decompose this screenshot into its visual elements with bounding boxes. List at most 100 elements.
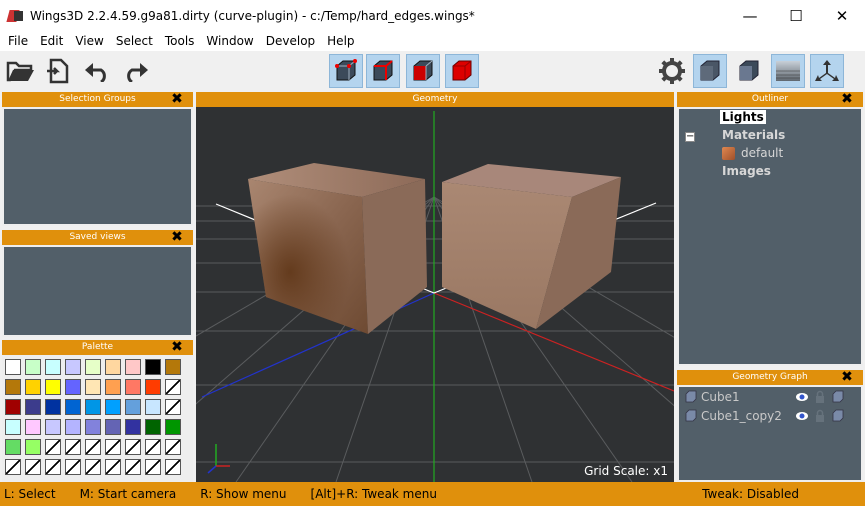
palette-empty-swatch[interactable] [45,459,61,475]
palette-swatch[interactable] [125,359,141,375]
outliner-lights[interactable]: Lights [720,110,766,124]
palette-swatch[interactable] [145,359,161,375]
palette-swatch[interactable] [105,419,121,435]
menu-file[interactable]: File [2,34,34,48]
settings-gear-icon[interactable] [655,54,689,88]
geometry-graph-close-icon[interactable]: ✖ [840,370,854,385]
outliner-close-icon[interactable]: ✖ [840,92,854,107]
palette-swatch[interactable] [105,399,121,415]
saved-views-header[interactable]: Saved views ✖ [2,230,193,245]
palette-empty-swatch[interactable] [5,459,21,475]
menu-view[interactable]: View [69,34,109,48]
minimize-button[interactable]: — [727,0,773,31]
materials-collapse-icon[interactable]: − [685,132,695,142]
palette-swatch[interactable] [45,419,61,435]
palette-swatch[interactable] [85,359,101,375]
palette-swatch[interactable] [45,359,61,375]
scene-canvas[interactable] [196,107,674,482]
palette-swatch[interactable] [5,419,21,435]
palette-empty-swatch[interactable] [165,439,181,455]
palette-empty-swatch[interactable] [145,439,161,455]
palette-swatch[interactable] [65,359,81,375]
palette-empty-swatch[interactable] [65,439,81,455]
palette-swatch[interactable] [105,359,121,375]
palette-swatch[interactable] [65,419,81,435]
palette-swatch[interactable] [85,379,101,395]
palette-swatch[interactable] [145,399,161,415]
palette-empty-swatch[interactable] [85,459,101,475]
palette-empty-swatch[interactable] [165,379,181,395]
palette-header[interactable]: Palette ✖ [2,340,193,355]
visibility-eye-icon[interactable] [795,391,809,403]
palette-swatch[interactable] [85,419,101,435]
selection-groups-close-icon[interactable]: ✖ [170,92,184,107]
menu-window[interactable]: Window [200,34,259,48]
cube1-copy2-object[interactable] [442,164,621,329]
outliner-header[interactable]: Outliner ✖ [677,92,863,107]
geometry-viewport[interactable]: Grid Scale: x1 [196,107,674,482]
palette-swatch[interactable] [45,379,61,395]
palette-swatch[interactable] [5,399,21,415]
close-button[interactable]: ✕ [819,0,865,31]
palette-empty-swatch[interactable] [125,439,141,455]
palette-swatch[interactable] [125,379,141,395]
palette-swatch[interactable] [25,379,41,395]
edge-mode-icon[interactable] [366,54,400,88]
palette-empty-swatch[interactable] [165,399,181,415]
palette-empty-swatch[interactable] [105,459,121,475]
saved-views-panel[interactable] [2,245,193,337]
palette-swatch[interactable] [25,439,41,455]
palette-empty-swatch[interactable] [105,439,121,455]
palette-swatch[interactable] [145,419,161,435]
undo-icon[interactable] [80,54,114,88]
palette-empty-swatch[interactable] [145,459,161,475]
face-mode-icon[interactable] [406,54,440,88]
outliner-images[interactable]: Images [722,164,771,178]
outliner-materials[interactable]: Materials [722,128,785,142]
palette-swatch[interactable] [25,359,41,375]
palette-empty-swatch[interactable] [25,459,41,475]
visibility-eye-icon[interactable] [795,410,809,422]
menu-select[interactable]: Select [110,34,159,48]
redo-icon[interactable] [119,54,153,88]
selection-groups-header[interactable]: Selection Groups ✖ [2,92,193,107]
palette-swatch[interactable] [65,399,81,415]
palette-empty-swatch[interactable] [125,459,141,475]
maximize-button[interactable]: ☐ [773,0,819,31]
palette-swatch[interactable] [5,379,21,395]
menu-develop[interactable]: Develop [260,34,321,48]
vertex-mode-icon[interactable] [329,54,363,88]
palette-swatch[interactable] [45,399,61,415]
import-icon[interactable] [41,54,75,88]
palette-empty-swatch[interactable] [165,459,181,475]
palette-swatch[interactable] [65,379,81,395]
wire-cube-icon[interactable] [831,409,845,423]
palette-empty-swatch[interactable] [45,439,61,455]
palette-swatch[interactable] [165,419,181,435]
geometry-row-cube1-copy2[interactable]: Cube1_copy2 [684,408,782,424]
palette-swatch[interactable] [85,399,101,415]
palette-swatch[interactable] [25,399,41,415]
menu-tools[interactable]: Tools [159,34,201,48]
palette-swatch[interactable] [105,379,121,395]
smooth-shading-icon[interactable] [693,54,727,88]
menu-edit[interactable]: Edit [34,34,69,48]
lock-icon[interactable] [814,390,826,404]
palette-empty-swatch[interactable] [85,439,101,455]
palette-swatch[interactable] [125,419,141,435]
cube1-object[interactable] [248,163,427,334]
palette-swatch[interactable] [5,439,21,455]
palette-swatch[interactable] [5,359,21,375]
menu-help[interactable]: Help [321,34,360,48]
geometry-row-cube1[interactable]: Cube1 [684,389,740,405]
palette-swatch[interactable] [165,359,181,375]
palette-swatch[interactable] [125,399,141,415]
palette-swatch[interactable] [145,379,161,395]
lock-icon[interactable] [814,409,826,423]
palette-empty-swatch[interactable] [65,459,81,475]
selection-groups-panel[interactable] [2,107,193,226]
body-mode-icon[interactable] [445,54,479,88]
flat-shading-icon[interactable] [732,54,766,88]
ground-grid-icon[interactable] [771,54,805,88]
open-folder-icon[interactable] [4,54,38,88]
